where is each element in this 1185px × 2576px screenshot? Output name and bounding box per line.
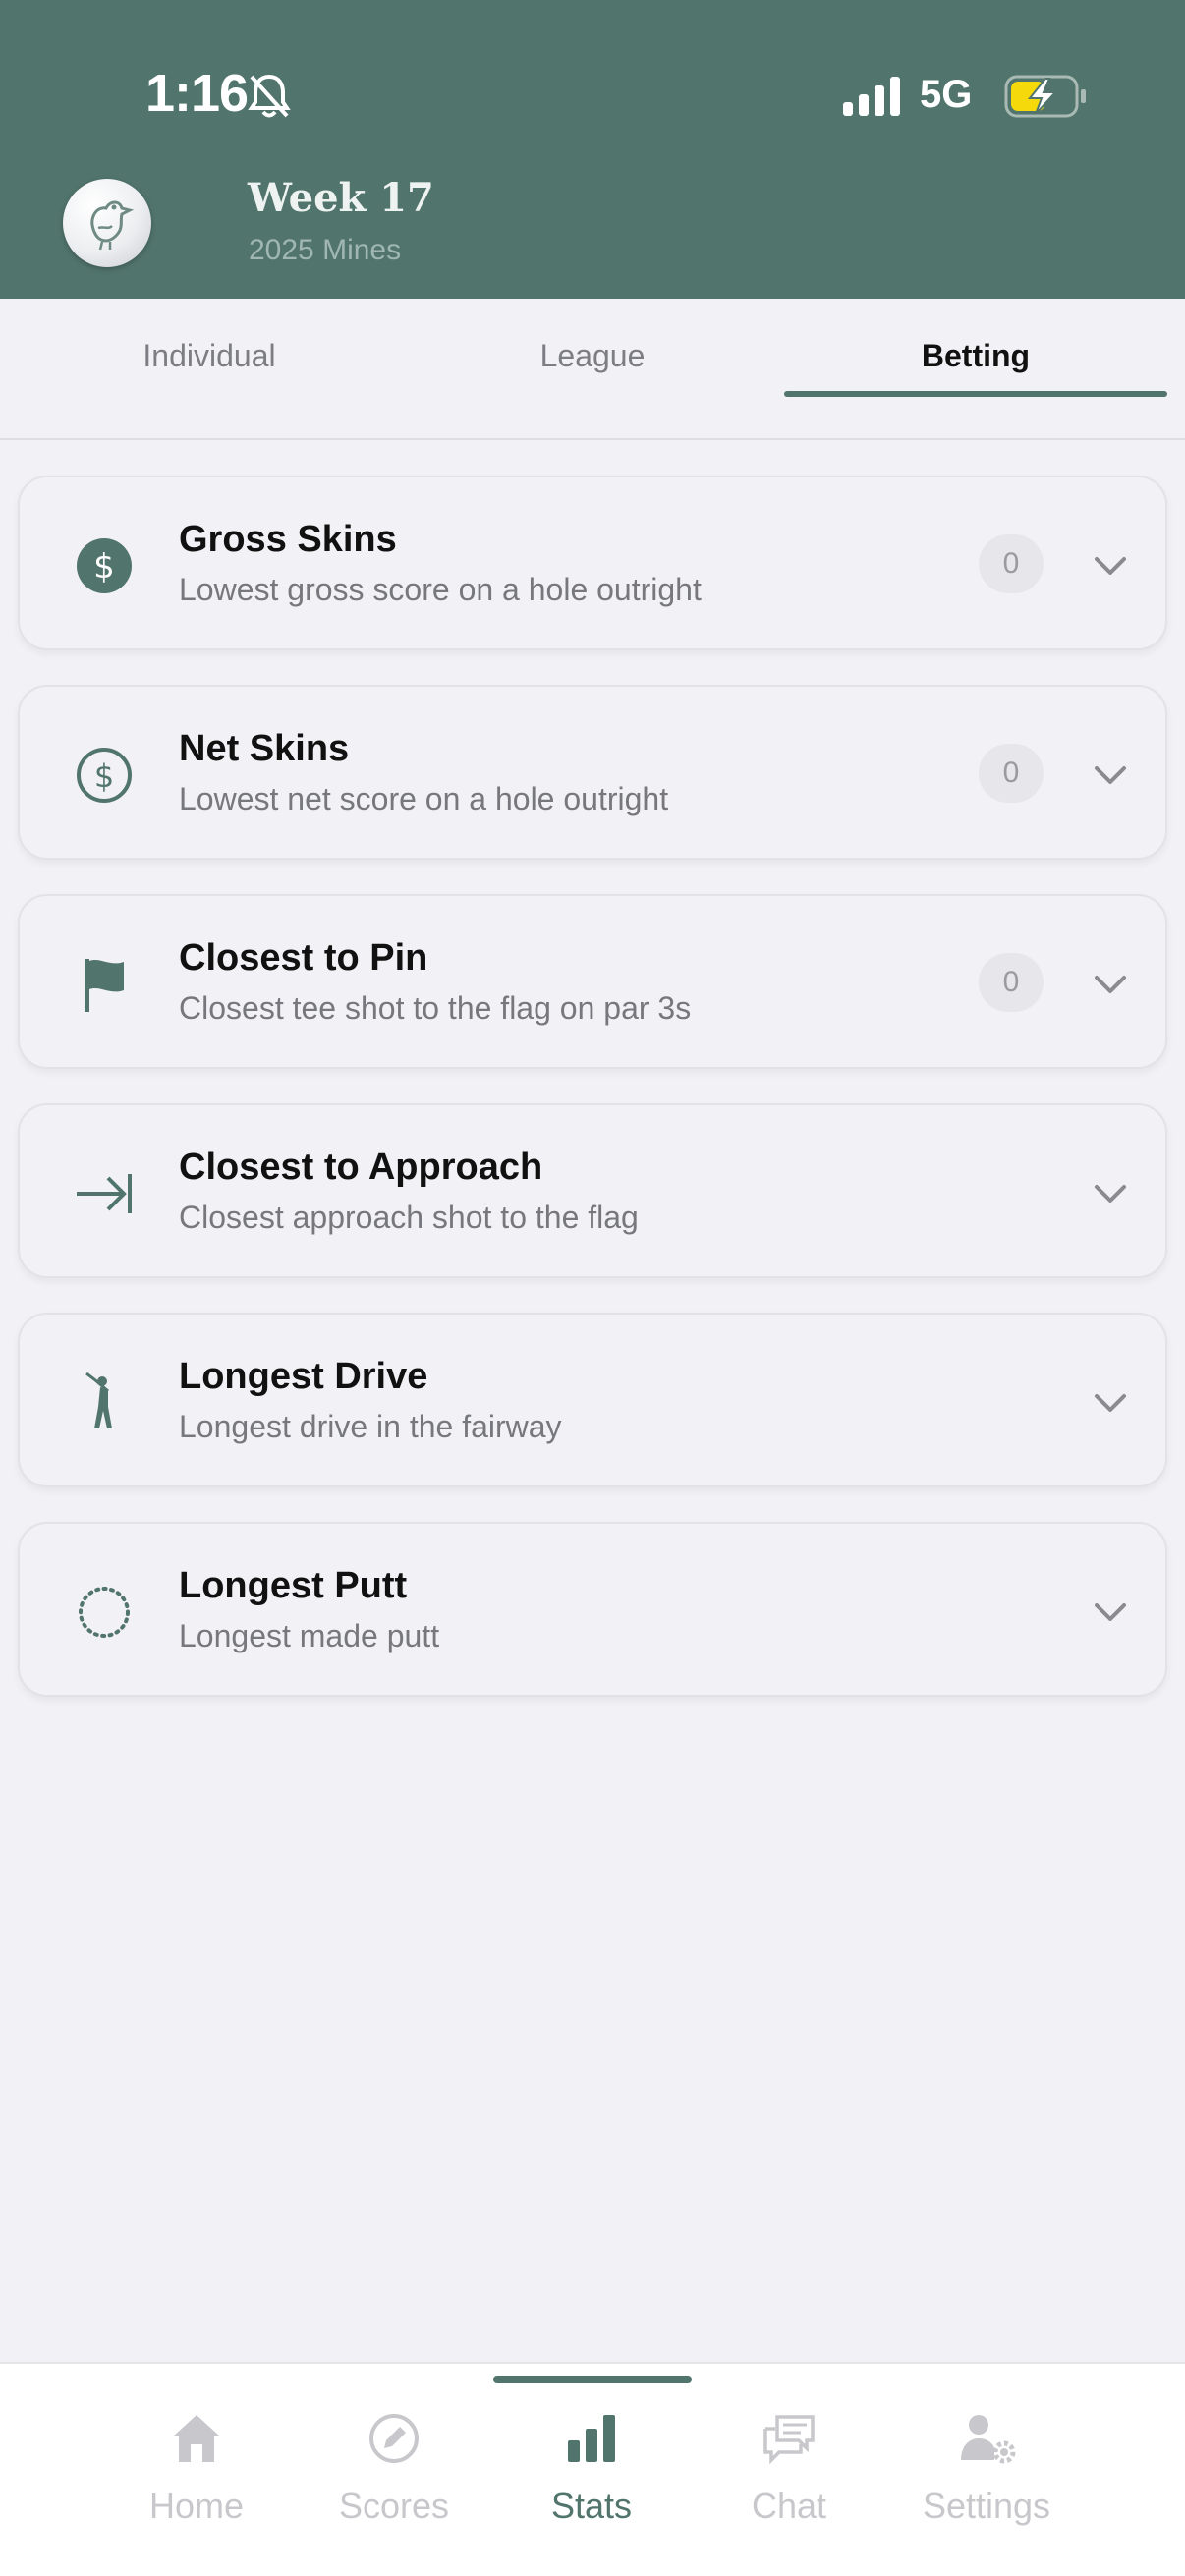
tab-bar: Individual League Betting (0, 299, 1185, 440)
bottom-nav: Home Scores Stats Chat Settings (0, 2362, 1185, 2576)
bet-card-longest-drive[interactable]: Longest Drive Longest drive in the fairw… (18, 1313, 1167, 1487)
bet-title: Closest to Pin (179, 937, 428, 979)
bet-description: Closest tee shot to the flag on par 3s (179, 990, 692, 1026)
page-title: Week 17 (248, 175, 434, 221)
count-badge: 0 (979, 744, 1044, 803)
bet-description: Longest made putt (179, 1618, 440, 1653)
user-gear-icon (961, 2415, 1016, 2464)
active-nav-indicator (493, 2376, 692, 2383)
chevron-down-icon[interactable] (1091, 1593, 1130, 1632)
battery-charging-icon (1004, 75, 1086, 118)
bet-title: Longest Drive (179, 1356, 428, 1397)
bet-description: Lowest net score on a hole outright (179, 781, 669, 816)
bet-title: Net Skins (179, 728, 350, 769)
network-type: 5G (920, 73, 973, 116)
active-tab-indicator (784, 391, 1167, 397)
bell-muted-icon (248, 74, 291, 118)
bar-chart-icon (568, 2415, 615, 2462)
bet-description: Closest approach shot to the flag (179, 1200, 639, 1235)
pencil-circle-icon (369, 2414, 419, 2463)
dollar-outline-icon: $ (77, 748, 132, 803)
tab-individual[interactable]: Individual (18, 338, 401, 407)
chevron-down-icon[interactable] (1091, 965, 1130, 1004)
dollar-filled-icon: $ (77, 538, 132, 593)
bet-card-closest-to-approach[interactable]: Closest to Approach Closest approach sho… (18, 1103, 1167, 1278)
bet-card-gross-skins[interactable]: $ Gross Skins Lowest gross score on a ho… (18, 476, 1167, 650)
chevron-down-icon[interactable] (1091, 756, 1130, 795)
page-subtitle: 2025 Mines (249, 234, 402, 266)
nav-home[interactable]: Home (98, 2411, 295, 2539)
cellular-signal-icon (843, 77, 900, 116)
flag-icon (85, 959, 124, 1012)
nav-label: Stats (550, 2486, 633, 2526)
count-badge: 0 (979, 953, 1044, 1012)
nav-label: Chat (751, 2486, 827, 2526)
tab-league[interactable]: League (401, 338, 784, 407)
nav-label: Settings (922, 2486, 1051, 2526)
duck-logo-icon (90, 200, 134, 251)
bet-card-longest-putt[interactable]: Longest Putt Longest made putt (18, 1522, 1167, 1697)
bet-description: Longest drive in the fairway (179, 1409, 562, 1444)
dotted-circle-icon (79, 1587, 130, 1638)
nav-label: Home (148, 2486, 245, 2526)
chevron-down-icon[interactable] (1091, 1174, 1130, 1213)
svg-text:$: $ (94, 757, 114, 795)
arrow-to-line-icon (77, 1174, 132, 1213)
bet-title: Gross Skins (179, 519, 397, 560)
bet-title: Closest to Approach (179, 1147, 543, 1188)
status-bar: 1:16 5G (0, 0, 1185, 187)
app-header: 1:16 5G Week 17 2025 Mines (0, 0, 1185, 299)
chevron-down-icon[interactable] (1091, 546, 1130, 586)
nav-scores[interactable]: Scores (296, 2411, 492, 2539)
bet-title: Longest Putt (179, 1565, 408, 1606)
bet-card-net-skins[interactable]: $ Net Skins Lowest net score on a hole o… (18, 685, 1167, 860)
nav-stats[interactable]: Stats (493, 2411, 690, 2539)
chevron-down-icon[interactable] (1091, 1383, 1130, 1423)
count-badge: 0 (979, 534, 1044, 593)
chat-icon (763, 2415, 815, 2465)
home-icon (173, 2415, 220, 2462)
avatar[interactable] (63, 179, 151, 267)
nav-chat[interactable]: Chat (691, 2411, 887, 2539)
bet-description: Lowest gross score on a hole outright (179, 572, 702, 607)
svg-text:$: $ (93, 547, 115, 587)
status-time: 1:16 (145, 64, 249, 123)
nav-label: Scores (338, 2486, 450, 2526)
bet-card-closest-to-pin[interactable]: Closest to Pin Closest tee shot to the f… (18, 894, 1167, 1069)
golfer-icon (85, 1372, 112, 1428)
nav-settings[interactable]: Settings (888, 2411, 1085, 2539)
